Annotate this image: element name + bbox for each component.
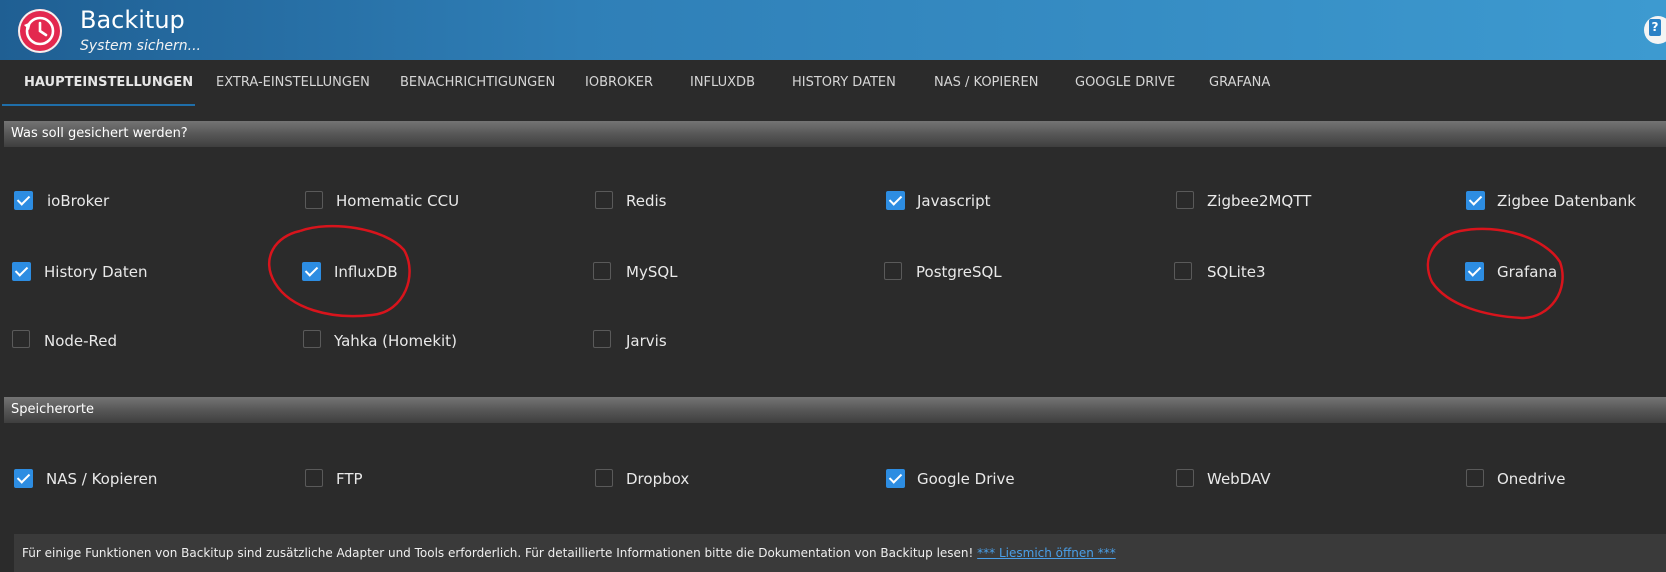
checkbox-grafana[interactable]: [1465, 262, 1484, 281]
checkbox-homematic-ccu[interactable]: [305, 191, 323, 209]
checkbox-javascript[interactable]: [886, 191, 905, 210]
info-text: Für einige Funktionen von Backitup sind …: [22, 546, 978, 560]
label-sqlite3: SQLite3: [1207, 263, 1266, 281]
checkbox-postgresql[interactable]: [884, 262, 902, 280]
label-jarvis: Jarvis: [626, 332, 667, 350]
label-node-red: Node-Red: [44, 332, 118, 350]
clock-icon: [18, 9, 62, 53]
checkbox-zigbee-datenbank[interactable]: [1466, 191, 1485, 210]
checkbox-sqlite3[interactable]: [1174, 262, 1192, 280]
checkbox-webdav[interactable]: [1176, 469, 1194, 487]
label-onedrive: Onedrive: [1497, 470, 1566, 488]
label-yahka: Yahka (Homekit): [334, 332, 457, 350]
tab-grafana[interactable]: GRAFANA: [1209, 60, 1270, 106]
checkbox-yahka[interactable]: [303, 330, 321, 348]
label-homematic-ccu: Homematic CCU: [336, 192, 460, 210]
tab-iobroker[interactable]: IOBROKER: [585, 60, 653, 106]
section-header-storage: Speicherorte: [4, 397, 1666, 423]
app-subtitle: System sichern...: [80, 38, 202, 54]
active-tab-indicator: [2, 104, 195, 106]
checkbox-onedrive[interactable]: [1466, 469, 1484, 487]
label-zigbee2mqtt: Zigbee2MQTT: [1207, 192, 1312, 210]
label-webdav: WebDAV: [1207, 470, 1271, 488]
tab-haupteinstellungen[interactable]: HAUPTEINSTELLUNGEN: [24, 60, 193, 106]
tab-extra-einstellungen[interactable]: EXTRA-EINSTELLUNGEN: [216, 60, 370, 106]
label-postgresql: PostgreSQL: [916, 263, 1002, 281]
label-google-drive: Google Drive: [917, 470, 1015, 488]
label-redis: Redis: [626, 192, 667, 210]
section-header-backup: Was soll gesichert werden?: [4, 121, 1666, 147]
label-zigbee-datenbank: Zigbee Datenbank: [1497, 192, 1636, 210]
checkbox-zigbee2mqtt[interactable]: [1176, 191, 1194, 209]
checkbox-mysql[interactable]: [593, 262, 611, 280]
label-history-daten: History Daten: [44, 263, 148, 281]
checkbox-redis[interactable]: [595, 191, 613, 209]
label-grafana: Grafana: [1497, 263, 1558, 281]
label-javascript: Javascript: [917, 192, 991, 210]
checkbox-google-drive[interactable]: [886, 469, 905, 488]
checkbox-ftp[interactable]: [305, 469, 323, 487]
checkbox-dropbox[interactable]: [595, 469, 613, 487]
tab-influxdb[interactable]: INFLUXDB: [690, 60, 755, 106]
tab-google-drive[interactable]: GOOGLE DRIVE: [1075, 60, 1175, 106]
checkbox-iobroker[interactable]: [14, 191, 33, 210]
info-banner: Für einige Funktionen von Backitup sind …: [14, 534, 1666, 572]
checkbox-node-red[interactable]: [12, 330, 30, 348]
tab-nas-kopieren[interactable]: NAS / KOPIEREN: [934, 60, 1038, 106]
app-header: Backitup System sichern... ?: [0, 0, 1666, 60]
label-ftp: FTP: [336, 470, 363, 488]
checkbox-jarvis[interactable]: [593, 330, 611, 348]
checkbox-nas-kopieren[interactable]: [14, 469, 33, 488]
help-icon[interactable]: ?: [1644, 16, 1666, 44]
tab-benachrichtigungen[interactable]: BENACHRICHTIGUNGEN: [400, 60, 555, 106]
app-title: Backitup: [80, 6, 185, 34]
label-mysql: MySQL: [626, 263, 678, 281]
label-nas-kopieren: NAS / Kopieren: [46, 470, 158, 488]
checkbox-history-daten[interactable]: [12, 262, 31, 281]
label-iobroker: ioBroker: [47, 192, 110, 210]
label-dropbox: Dropbox: [626, 470, 690, 488]
readme-link[interactable]: *** Liesmich öffnen ***: [977, 546, 1116, 560]
checkbox-influxdb[interactable]: [302, 262, 321, 281]
label-influxdb: InfluxDB: [334, 263, 398, 281]
tab-bar: HAUPTEINSTELLUNGEN EXTRA-EINSTELLUNGEN B…: [0, 60, 1666, 106]
tab-history-daten[interactable]: HISTORY DATEN: [792, 60, 896, 106]
